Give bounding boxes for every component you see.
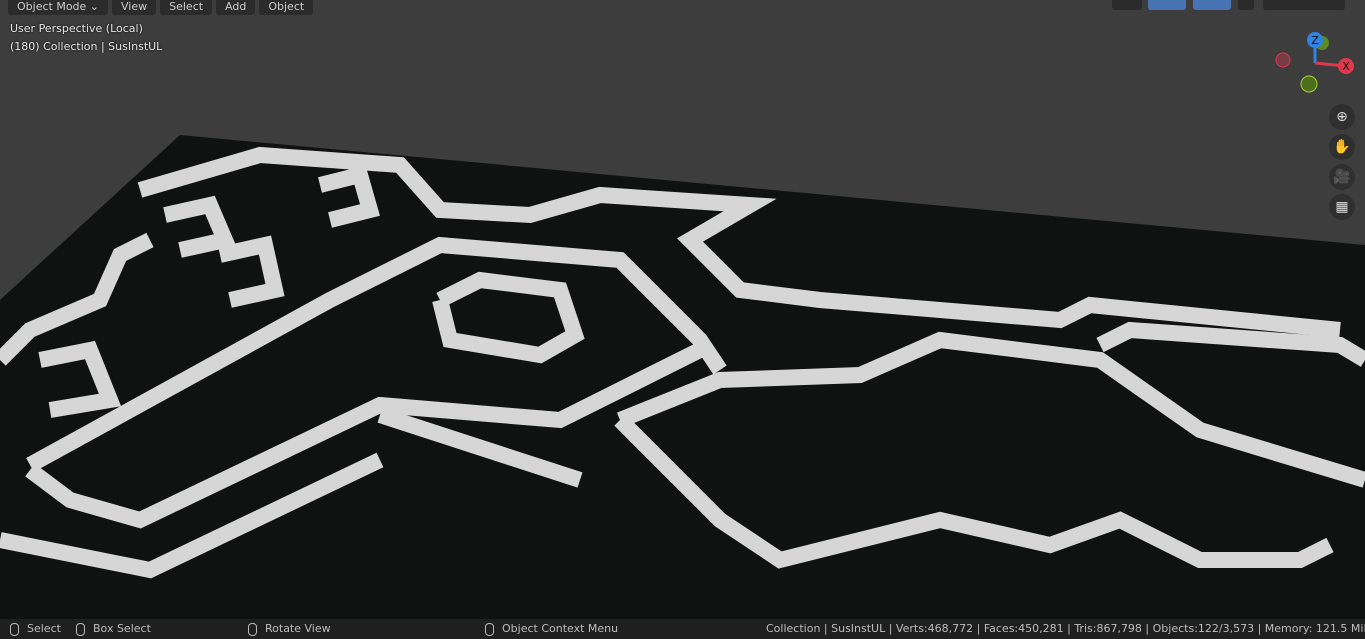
view-perspective-label: User Perspective (Local) [10, 22, 143, 35]
svg-text:Z: Z [1311, 34, 1319, 47]
menu-object[interactable]: Object [259, 0, 314, 15]
status-box-select: Box Select [76, 619, 151, 639]
camera-icon[interactable]: 🎥 [1329, 164, 1355, 190]
menu-view[interactable]: View [112, 0, 157, 15]
scene-render [0, 135, 1365, 619]
select-tool-dropdown[interactable] [1112, 0, 1142, 10]
scene-stats: Collection | SusInstUL | Verts:468,772 |… [766, 622, 1365, 635]
3d-viewport[interactable]: Object Mode ⌄ View Select Add Object Use… [0, 0, 1365, 619]
navigation-gizmo[interactable]: Z X [1270, 28, 1360, 98]
collection-info-label: (180) Collection | SusInstUL [10, 40, 163, 53]
status-bar: Select Box Select Rotate View Object Con… [0, 619, 1365, 639]
mode-dropdown[interactable]: Object Mode ⌄ [8, 0, 109, 15]
y-axis-icon[interactable] [1300, 75, 1318, 93]
mouse-left-icon [10, 622, 19, 636]
transform-pivot-button[interactable] [1148, 0, 1186, 10]
menu-add[interactable]: Add [216, 0, 256, 15]
status-rotate-view: Rotate View [248, 619, 331, 639]
mouse-drag-icon [76, 622, 85, 636]
menu-select[interactable]: Select [160, 0, 213, 15]
x-axis-neg-icon[interactable] [1275, 52, 1291, 68]
mouse-right-icon [485, 622, 494, 636]
xray-toggle-button[interactable] [1238, 0, 1254, 10]
grid-ortho-icon[interactable]: ▦ [1329, 194, 1355, 220]
status-context-menu: Object Context Menu [485, 619, 618, 639]
mouse-middle-icon [248, 622, 257, 636]
hand-pan-icon[interactable]: ✋ [1329, 134, 1355, 160]
overlay-toggle-button[interactable] [1193, 0, 1231, 10]
zoom-icon[interactable]: ⊕ [1329, 104, 1355, 130]
shading-mode-buttons[interactable] [1263, 0, 1345, 10]
svg-text:X: X [1342, 60, 1350, 73]
status-select: Select [10, 619, 61, 639]
viewport-header: Object Mode ⌄ View Select Add Object [8, 0, 314, 15]
